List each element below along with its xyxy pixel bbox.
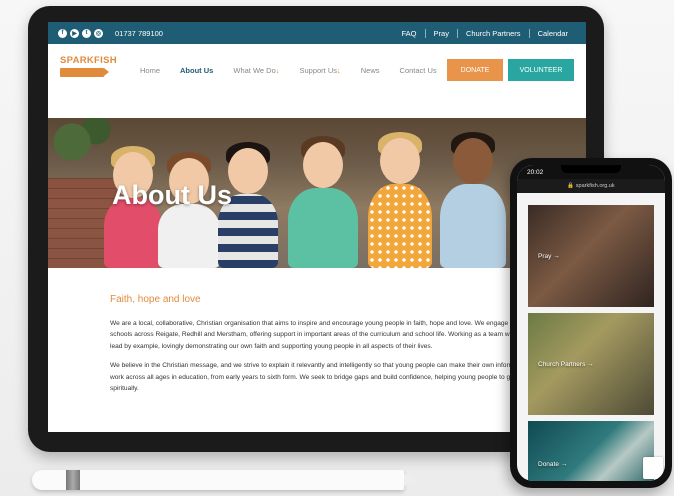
- arrow-right-icon: →: [587, 361, 594, 368]
- hero-banner: About Us: [48, 118, 586, 268]
- nav-item-contact-us[interactable]: Contact Us: [400, 66, 437, 75]
- tile-church-label: Church Partners →: [538, 361, 594, 368]
- tile-donate[interactable]: Donate →: [528, 421, 654, 481]
- hero-child-6: [440, 132, 506, 268]
- top-links: FAQ Pray Church Partners Calendar: [394, 28, 576, 38]
- paragraph-1: We are a local, collaborative, Christian…: [110, 320, 573, 350]
- toplink-faq[interactable]: FAQ: [394, 29, 425, 38]
- tablet-screen: f ▶ t ◎ 01737 789100 FAQ Pray Church Par…: [48, 22, 586, 432]
- main-nav: SPARKFISH Home About Us What We Do↓ Supp…: [48, 44, 586, 96]
- paragraph-2: We believe in the Christian message, and…: [110, 362, 569, 393]
- tile-church-text: Church Partners: [538, 361, 586, 368]
- phone-device: 20:02 🔒 sparkfish.org.uk Pray → Church P…: [510, 158, 672, 488]
- phone-url-bar[interactable]: 🔒 sparkfish.org.uk: [517, 179, 665, 193]
- hero-child-5: [368, 132, 432, 268]
- tile-donate-label: Donate →: [538, 461, 567, 468]
- instagram-icon[interactable]: ◎: [94, 28, 103, 38]
- stylus-tip: [404, 474, 418, 486]
- recaptcha-badge-icon[interactable]: [643, 457, 663, 479]
- main-content: Faith, hope and love We are a local, col…: [110, 294, 576, 402]
- phone-time: 20:02: [527, 168, 544, 176]
- toplink-calendar[interactable]: Calendar: [528, 28, 576, 38]
- logo[interactable]: SPARKFISH: [60, 55, 118, 85]
- nav-item-what-we-do-label: What We Do: [233, 65, 276, 75]
- nav-item-news[interactable]: News: [361, 66, 380, 75]
- donate-button[interactable]: DONATE: [447, 59, 503, 81]
- arrow-right-icon: →: [553, 253, 560, 260]
- logo-fish-icon: [60, 68, 109, 77]
- social-links: f ▶ t ◎: [58, 28, 103, 38]
- volunteer-button[interactable]: VOLUNTEER: [508, 59, 574, 81]
- phone-notch: [561, 165, 621, 173]
- phone-screen: 20:02 🔒 sparkfish.org.uk Pray → Church P…: [517, 165, 665, 481]
- chevron-down-icon: ↓: [275, 65, 280, 75]
- tile-pray-text: Pray: [538, 253, 552, 260]
- nav-item-support-us[interactable]: Support Us↓: [299, 66, 340, 75]
- section-heading: Faith, hope and love: [110, 294, 201, 305]
- phone-status-bar: 20:02: [517, 165, 665, 179]
- hero-child-4: [288, 136, 358, 268]
- logo-text: SPARKFISH: [60, 55, 117, 66]
- phone-number[interactable]: 01737 789100: [115, 29, 163, 38]
- nav-item-home[interactable]: Home: [140, 66, 160, 75]
- toplink-pray[interactable]: Pray: [424, 28, 457, 38]
- mockup-stage: f ▶ t ◎ 01737 789100 FAQ Pray Church Par…: [0, 0, 674, 496]
- nav-item-support-us-label: Support Us: [299, 65, 338, 75]
- tile-church-partners[interactable]: Church Partners →: [528, 313, 654, 415]
- youtube-icon[interactable]: ▶: [70, 28, 79, 38]
- nav-item-about-us[interactable]: About Us: [180, 66, 213, 75]
- hero-child-2: [158, 152, 220, 268]
- top-bar: f ▶ t ◎ 01737 789100 FAQ Pray Church Par…: [48, 22, 586, 44]
- stylus-pencil: [32, 470, 418, 490]
- stylus-band: [66, 470, 80, 490]
- twitter-icon[interactable]: t: [82, 28, 91, 38]
- nav-links: Home About Us What We Do↓ Support Us↓ Ne…: [140, 66, 437, 75]
- tile-pray-label: Pray →: [538, 253, 560, 260]
- nav-item-what-we-do[interactable]: What We Do↓: [233, 66, 279, 75]
- phone-url: sparkfish.org.uk: [575, 183, 615, 189]
- tile-pray[interactable]: Pray →: [528, 205, 654, 307]
- facebook-icon[interactable]: f: [58, 28, 67, 38]
- tile-donate-text: Donate: [538, 461, 559, 468]
- arrow-right-icon: →: [560, 461, 568, 468]
- toplink-church-partners[interactable]: Church Partners: [456, 28, 529, 38]
- lock-icon: 🔒: [567, 183, 576, 189]
- chevron-down-icon: ↓: [337, 65, 341, 75]
- page-title: About Us: [112, 180, 232, 210]
